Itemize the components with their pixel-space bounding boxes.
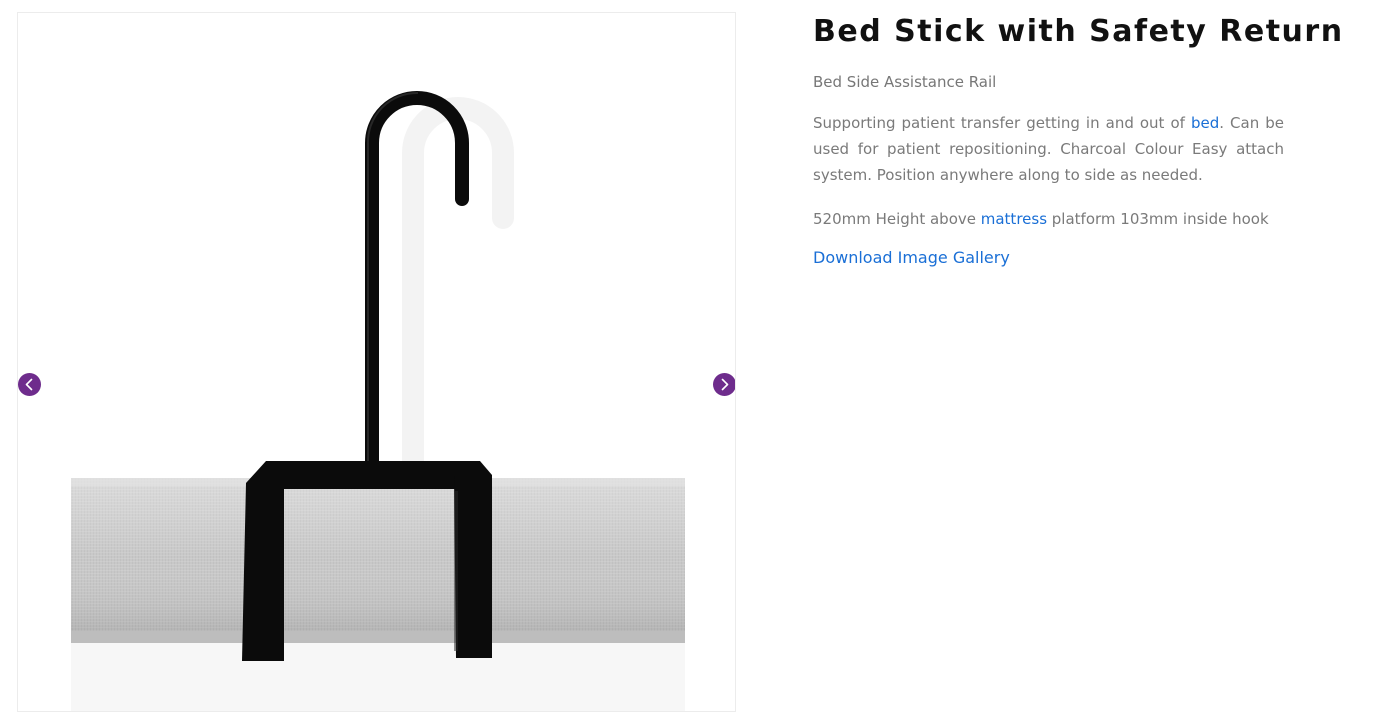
product-image [71,91,685,711]
chevron-left-icon [25,378,33,391]
description-text: Supporting patient transfer getting in a… [813,114,1191,132]
chevron-right-icon [721,378,729,391]
product-dimensions: 520mm Height above mattress platform 103… [813,206,1284,232]
product-image-gallery [17,12,736,712]
mattress-link[interactable]: mattress [981,210,1047,228]
product-description: Supporting patient transfer getting in a… [813,110,1284,188]
product-title: Bed Stick with Safety Return [813,14,1344,49]
gallery-next-button[interactable] [713,373,735,396]
dimensions-text-continued: platform 103mm inside hook [1047,210,1269,228]
bed-link[interactable]: bed [1191,114,1219,132]
product-details: Bed Stick with Safety Return Bed Side As… [813,12,1344,269]
dimensions-text: 520mm Height above [813,210,981,228]
gallery-prev-button[interactable] [18,373,41,396]
product-subtitle: Bed Side Assistance Rail [813,73,997,91]
download-image-gallery-link[interactable]: Download Image Gallery [813,247,1010,269]
